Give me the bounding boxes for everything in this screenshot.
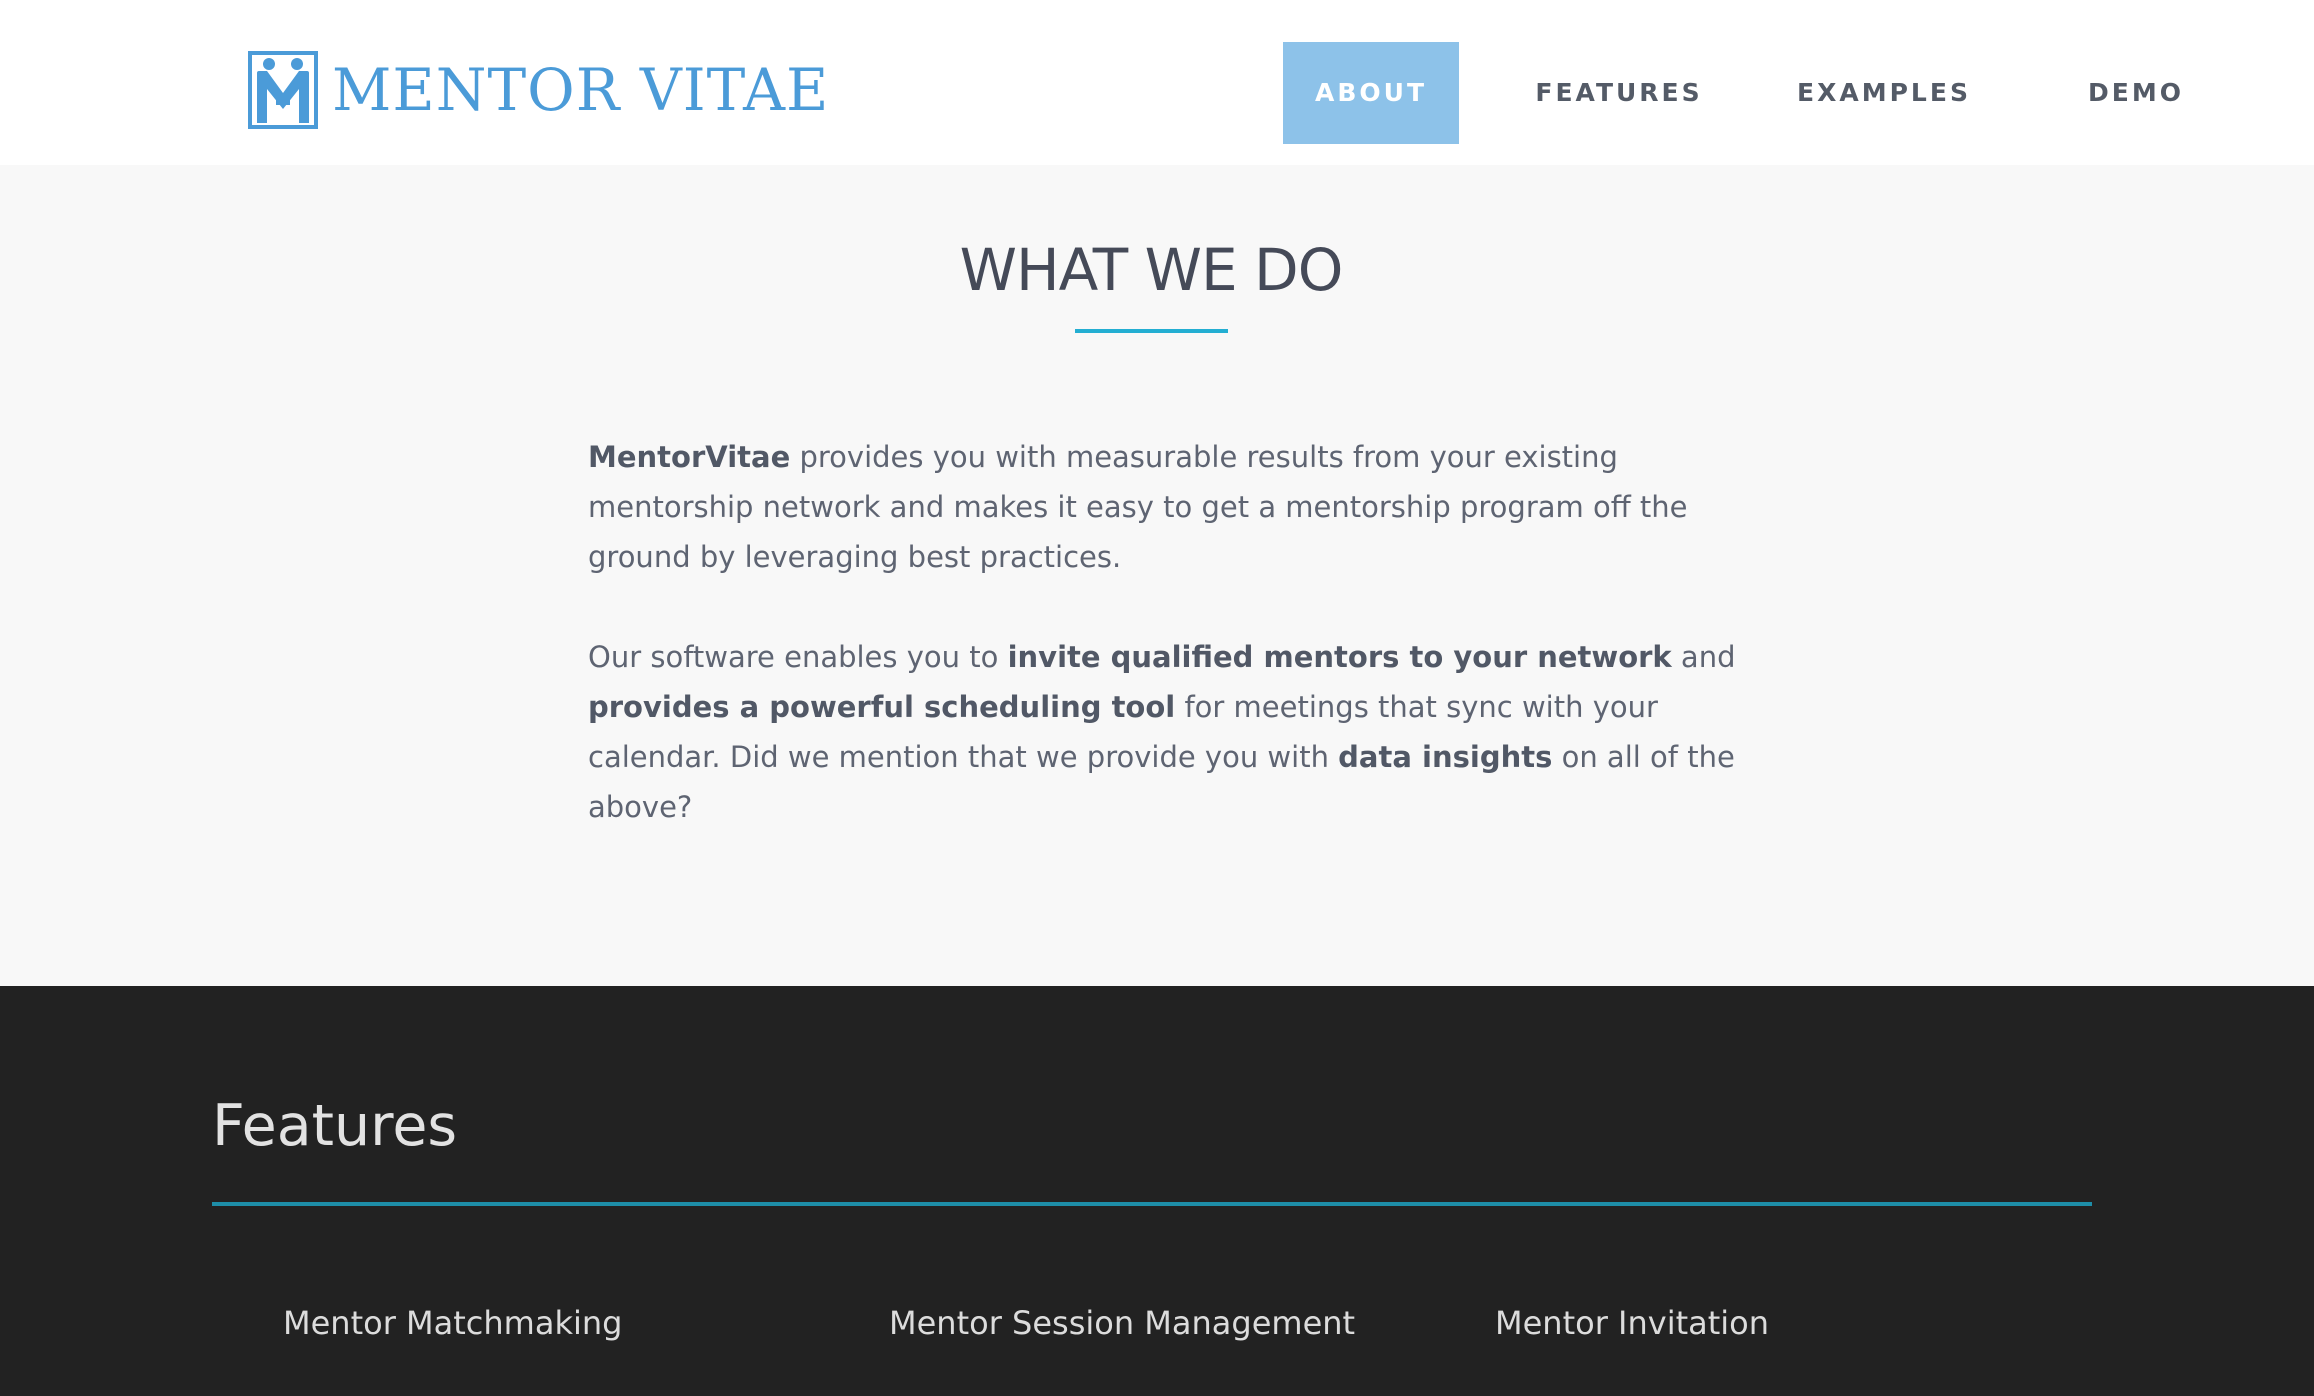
- features-divider: [212, 1202, 2092, 1206]
- paragraph-text: Our software enables you to: [588, 640, 1008, 674]
- about-section: WHAT WE DO MentorVitae provides you with…: [0, 165, 2314, 986]
- logo[interactable]: MENTOR VITAE: [248, 50, 829, 130]
- highlight-insights: data insights: [1338, 740, 1553, 774]
- nav-about[interactable]: ABOUT: [1283, 42, 1459, 144]
- nav-features[interactable]: FEATURES: [1514, 42, 1724, 144]
- highlight-scheduling: provides a powerful scheduling tool: [588, 690, 1176, 724]
- mentor-vitae-logo-icon: [248, 51, 318, 129]
- section-title: WHAT WE DO: [959, 236, 1344, 304]
- about-paragraph-1: MentorVitae provides you with measurable…: [588, 432, 1748, 582]
- nav-examples[interactable]: EXAMPLES: [1779, 42, 1989, 144]
- logo-text: MENTOR VITAE: [332, 56, 830, 124]
- paragraph-text: and: [1671, 640, 1736, 674]
- features-title: Features: [212, 1093, 458, 1159]
- feature-mentor-matchmaking[interactable]: Mentor Matchmaking: [283, 1302, 622, 1344]
- nav-demo[interactable]: DEMO: [2061, 42, 2211, 144]
- feature-mentor-invitation[interactable]: Mentor Invitation: [1495, 1302, 1769, 1344]
- site-header: MENTOR VITAE ABOUT FEATURES EXAMPLES DEM…: [0, 0, 2314, 165]
- features-section: Features Mentor Matchmaking Mentor Sessi…: [0, 986, 2314, 1396]
- about-body: MentorVitae provides you with measurable…: [588, 432, 1748, 882]
- feature-mentor-session-management[interactable]: Mentor Session Management: [889, 1302, 1355, 1344]
- about-paragraph-2: Our software enables you to invite quali…: [588, 632, 1748, 832]
- highlight-invite: invite qualified mentors to your network: [1007, 640, 1672, 674]
- title-underline: [1075, 329, 1228, 333]
- brand-name: MentorVitae: [588, 440, 791, 474]
